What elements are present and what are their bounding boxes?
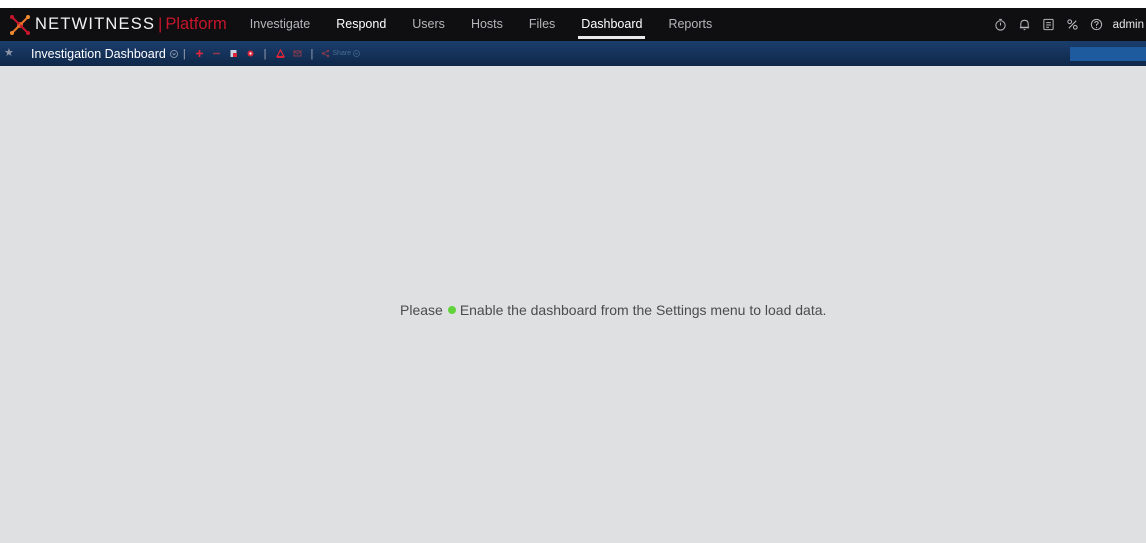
alert-icon[interactable] xyxy=(275,49,285,58)
dashboard-title[interactable]: Investigation Dashboard xyxy=(31,47,166,61)
add-dashlet-icon[interactable] xyxy=(195,49,204,58)
nav-hosts[interactable]: Hosts xyxy=(471,8,503,41)
nav-reports[interactable]: Reports xyxy=(668,8,712,41)
notes-icon[interactable] xyxy=(1038,8,1060,41)
toolbar-divider: | xyxy=(263,47,267,60)
brand-name: NETWITNESS xyxy=(35,15,156,33)
share-label: Share xyxy=(332,50,352,57)
nav-users[interactable]: Users xyxy=(412,8,445,41)
toolbar-divider: | xyxy=(182,47,186,60)
nav-investigate[interactable]: Investigate xyxy=(250,8,310,41)
main-nav: Investigate Respond Users Hosts Files Da… xyxy=(250,8,738,41)
status-dot-icon xyxy=(447,306,456,314)
user-menu[interactable]: admin xyxy=(1113,19,1144,31)
share-caret-icon xyxy=(353,50,360,57)
nav-files[interactable]: Files xyxy=(529,8,555,41)
dashboard-toolbar: ★ Investigation Dashboard | | | Share xyxy=(0,41,1146,66)
top-navigation-bar: NETWITNESS | Platform Investigate Respon… xyxy=(0,8,1146,41)
nav-respond[interactable]: Respond xyxy=(336,8,386,41)
timer-icon[interactable] xyxy=(990,8,1012,41)
nav-dashboard[interactable]: Dashboard xyxy=(578,8,646,41)
dashboard-content: Please Enable the dashboard from the Set… xyxy=(8,66,1146,543)
app-window: NETWITNESS | Platform Investigate Respon… xyxy=(0,8,1146,543)
message-prefix: Please xyxy=(400,302,443,318)
empty-state-message: Please Enable the dashboard from the Set… xyxy=(400,302,826,318)
dashboard-action-button[interactable] xyxy=(1070,47,1146,61)
toolbar-divider: | xyxy=(310,47,314,60)
brand-product: Platform xyxy=(165,15,227,33)
bell-icon[interactable] xyxy=(1014,8,1036,41)
import-icon[interactable] xyxy=(229,49,238,58)
dashboard-menu-caret-icon[interactable] xyxy=(169,49,178,58)
remove-dashlet-icon[interactable] xyxy=(212,49,221,58)
header-tools: admin xyxy=(988,8,1146,41)
star-icon[interactable]: ★ xyxy=(4,41,18,66)
message-text: Enable the dashboard from the Settings m… xyxy=(459,302,827,318)
netwitness-logo-icon xyxy=(10,14,30,35)
share-icon xyxy=(322,49,330,58)
help-icon[interactable] xyxy=(1086,8,1108,41)
tools-icon[interactable] xyxy=(1062,8,1084,41)
share-menu[interactable]: Share xyxy=(321,49,360,58)
brand-separator: | xyxy=(158,15,163,33)
email-icon[interactable] xyxy=(293,49,302,58)
brand-logo[interactable]: NETWITNESS | Platform xyxy=(9,8,227,41)
settings-icon[interactable] xyxy=(246,49,255,58)
